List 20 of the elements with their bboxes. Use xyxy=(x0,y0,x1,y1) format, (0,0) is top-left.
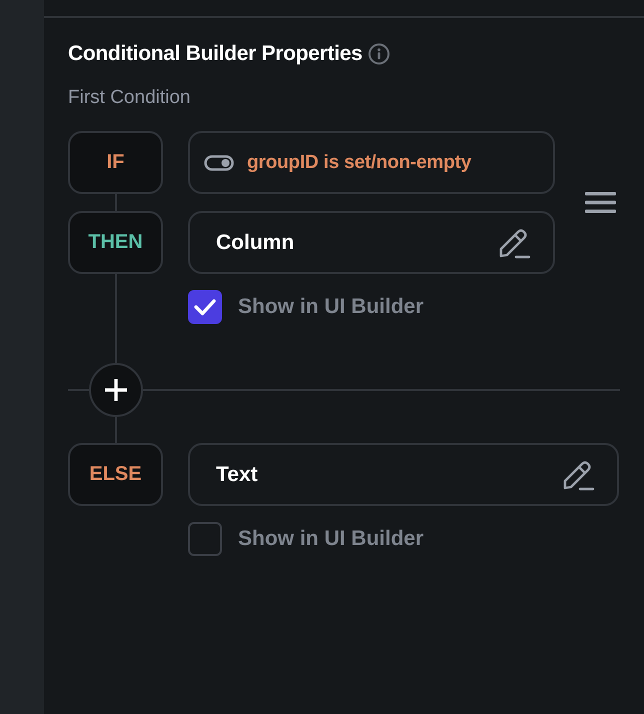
checkbox[interactable] xyxy=(188,290,222,324)
widget-field[interactable]: Column xyxy=(188,211,555,274)
condition-text: groupID is set/non-empty xyxy=(247,152,472,174)
checkbox[interactable] xyxy=(188,522,222,556)
condition-badge: IF xyxy=(68,131,163,194)
widget-name: Text xyxy=(216,462,259,486)
then-badge: THEN xyxy=(68,211,163,274)
panel-title: Conditional Builder Properties xyxy=(68,42,362,66)
section-label: First Condition xyxy=(68,87,192,110)
check-icon xyxy=(193,297,217,317)
info-icon[interactable] xyxy=(368,43,390,65)
widget-field[interactable]: Text xyxy=(188,443,619,506)
menu-icon[interactable] xyxy=(585,192,616,213)
else-badge: ELSE xyxy=(68,443,163,506)
checkbox-label: Show in UI Builder xyxy=(238,295,424,319)
checkbox-label: Show in UI Builder xyxy=(238,527,424,551)
widget-name: Column xyxy=(216,230,296,254)
toggle-icon xyxy=(204,154,234,170)
plus-icon xyxy=(103,377,129,403)
condition-field[interactable]: groupID is set/non-empty xyxy=(188,131,555,194)
